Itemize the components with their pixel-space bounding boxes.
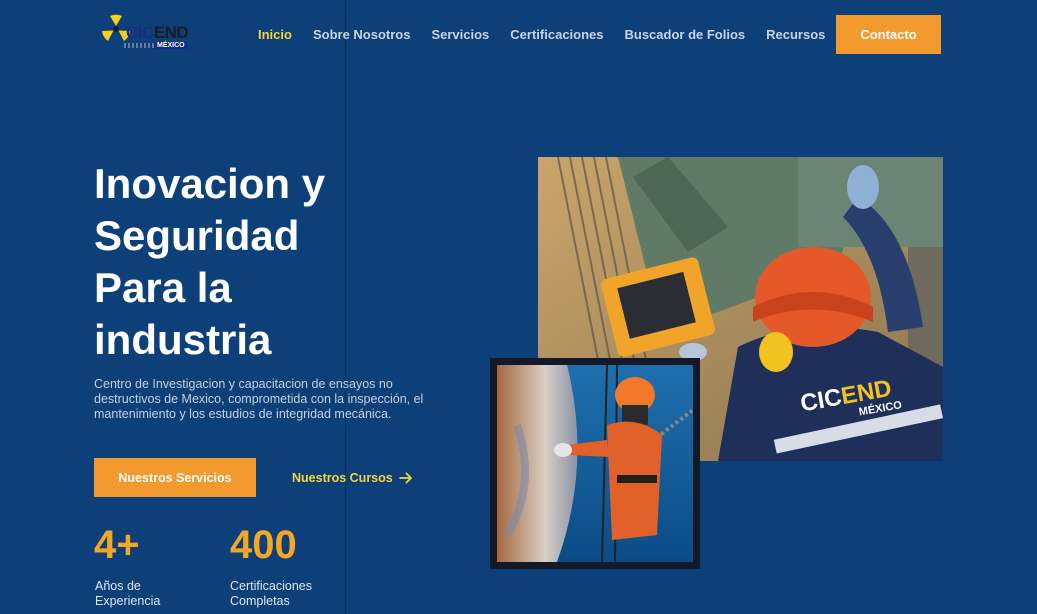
stat-label-certifications: Certificaciones Completas	[230, 579, 312, 608]
nav-item-recursos[interactable]: Recursos	[766, 27, 825, 43]
hero-title: Inovacion y Seguridad Para la industria	[94, 158, 424, 366]
stat-label-years: Años de Experiencia	[95, 579, 161, 608]
main-nav: Inicio Sobre Nosotros Servicios Certific…	[258, 27, 846, 43]
nav-item-servicios[interactable]: Servicios	[431, 27, 489, 43]
contact-button[interactable]: Contacto	[836, 15, 941, 54]
hero-title-line: Inovacion y	[94, 160, 326, 207]
brand-logo[interactable]: CICEND MÉXICO	[100, 13, 190, 55]
nav-item-certificaciones[interactable]: Certificaciones	[510, 27, 603, 43]
stat-value-years: 4+	[94, 523, 140, 567]
hero-photo-rope-access	[490, 358, 700, 569]
nav-item-buscador-de-folios[interactable]: Buscador de Folios	[625, 27, 746, 43]
arrow-right-icon	[398, 472, 412, 484]
stat-value-certifications: 400	[230, 523, 297, 567]
nav-item-inicio[interactable]: Inicio	[258, 27, 292, 43]
courses-link-label: Nuestros Cursos	[292, 471, 393, 485]
services-button[interactable]: Nuestros Servicios	[94, 458, 256, 497]
hero-title-line: industria	[94, 316, 272, 363]
hero-title-line: Para la	[94, 264, 232, 311]
brand-wordmark: CICEND	[126, 23, 189, 42]
brand-decor-line	[124, 43, 154, 48]
nav-item-sobre-nosotros[interactable]: Sobre Nosotros	[313, 27, 411, 43]
hero-description: Centro de Investigacion y capacitacion d…	[94, 377, 424, 421]
hero-title-line: Seguridad	[94, 212, 300, 259]
courses-link[interactable]: Nuestros Cursos	[292, 468, 413, 488]
brand-tag: MÉXICO	[154, 42, 188, 49]
